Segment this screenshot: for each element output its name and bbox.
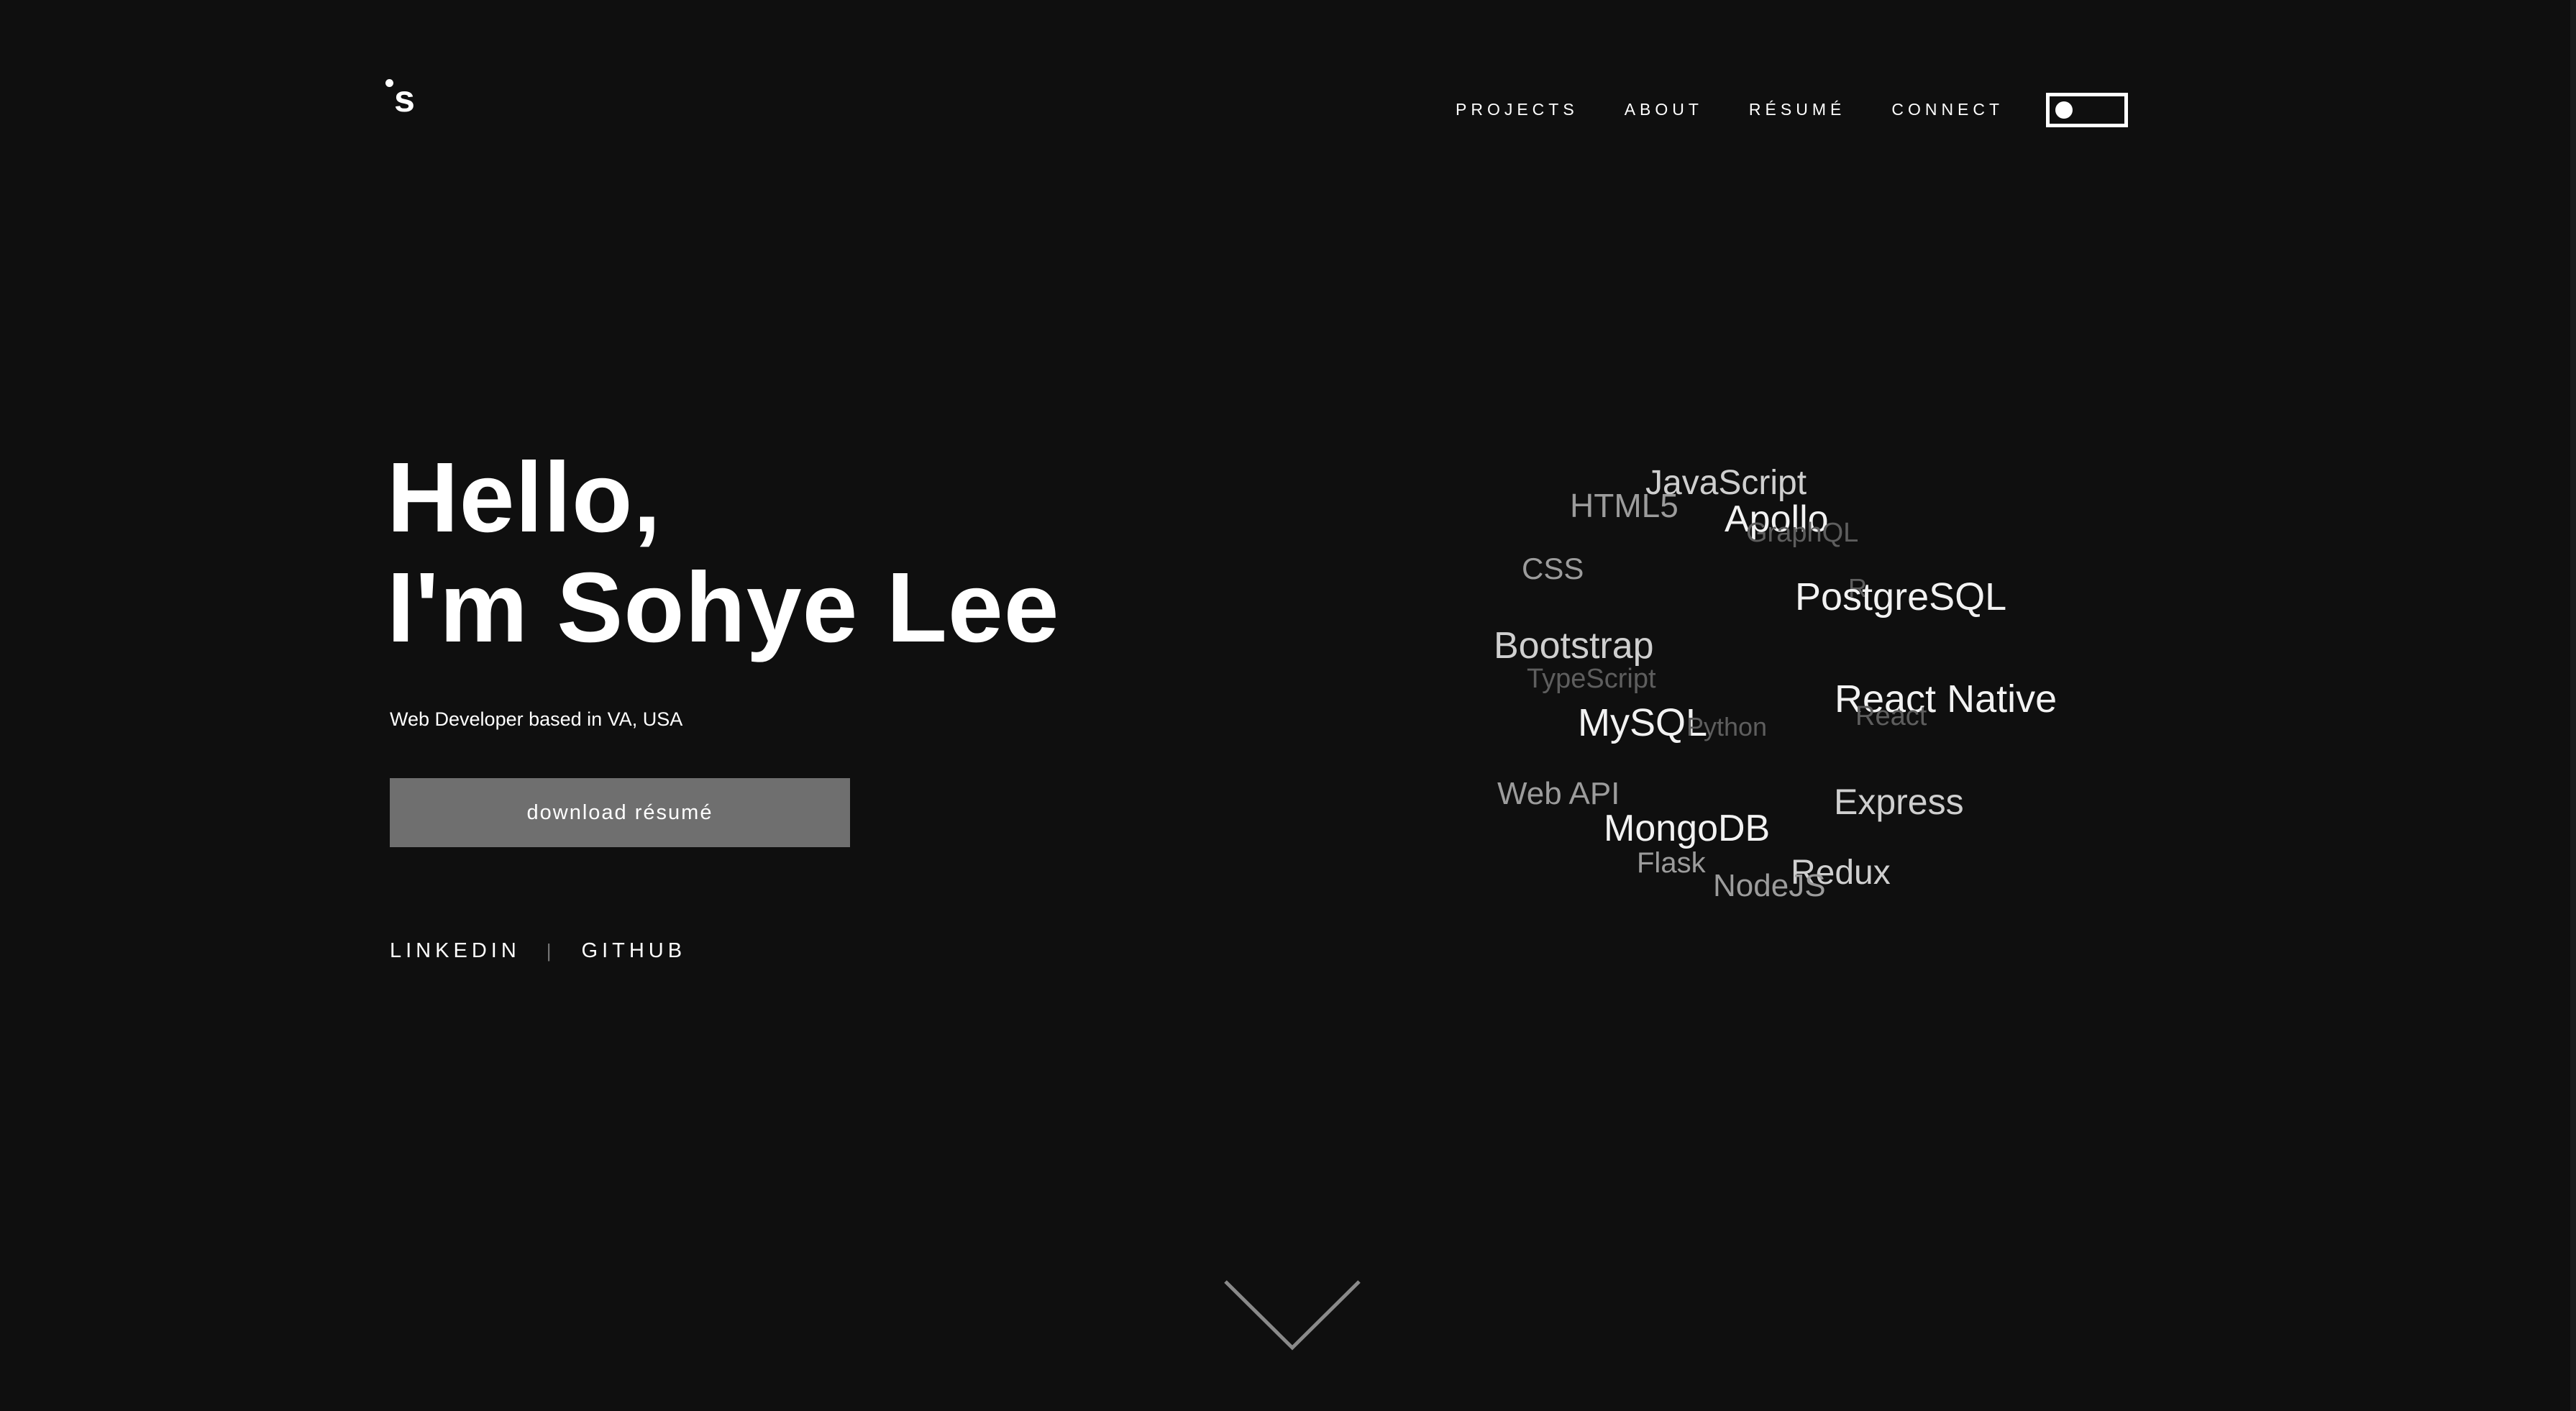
toggle-knob (2055, 101, 2073, 119)
chevron-down-icon[interactable] (1223, 1277, 1362, 1352)
nav-projects-link[interactable]: PROJECTS (1456, 100, 1579, 119)
skill-tag: HTML5 (1570, 487, 1678, 524)
scrollbar-track[interactable] (2570, 0, 2576, 1411)
skill-tag: NodeJS (1713, 868, 1826, 903)
logo-dot (385, 79, 393, 87)
skill-tag: Bootstrap (1494, 625, 1654, 667)
skill-tag: PostgreSQL (1795, 575, 2007, 618)
nav-connect-link[interactable]: CONNECT (1891, 100, 2004, 119)
github-link[interactable]: GITHUB (582, 939, 687, 963)
skill-tag: Express (1834, 782, 1964, 822)
social-separator: | (546, 940, 552, 962)
logo-letter: s (394, 78, 415, 120)
skill-tag: React (1855, 701, 1927, 731)
download-resume-button[interactable]: download résumé (390, 778, 850, 847)
hero-title: Hello, I'm Sohye Lee (387, 443, 1059, 663)
skill-tag: CSS (1522, 552, 1584, 585)
skill-tag: Web API (1497, 776, 1620, 811)
social-links: LINKEDIN | GITHUB (390, 939, 686, 963)
linkedin-link[interactable]: LINKEDIN (390, 939, 521, 963)
skill-tag: GraphQL (1746, 518, 1859, 548)
skill-tag: TypeScript (1527, 664, 1656, 694)
page: s PROJECTS ABOUT RÉSUMÉ CONNECT Hello, I… (0, 0, 2576, 1411)
skill-tag: MongoDB (1604, 808, 1771, 849)
skill-tag: Flask (1637, 847, 1706, 879)
hero-title-line-2: I'm Sohye Lee (387, 552, 1060, 663)
nav-resume-link[interactable]: RÉSUMÉ (1749, 100, 1845, 119)
hero-title-line-1: Hello, (387, 442, 662, 553)
theme-toggle[interactable] (2046, 93, 2128, 127)
nav-about-link[interactable]: ABOUT (1625, 100, 1703, 119)
hero-subtitle: Web Developer based in VA, USA (390, 708, 683, 730)
site-logo[interactable]: s (385, 72, 429, 122)
main-nav: PROJECTS ABOUT RÉSUMÉ CONNECT (1456, 95, 2050, 124)
skill-tag: Python (1686, 712, 1768, 741)
